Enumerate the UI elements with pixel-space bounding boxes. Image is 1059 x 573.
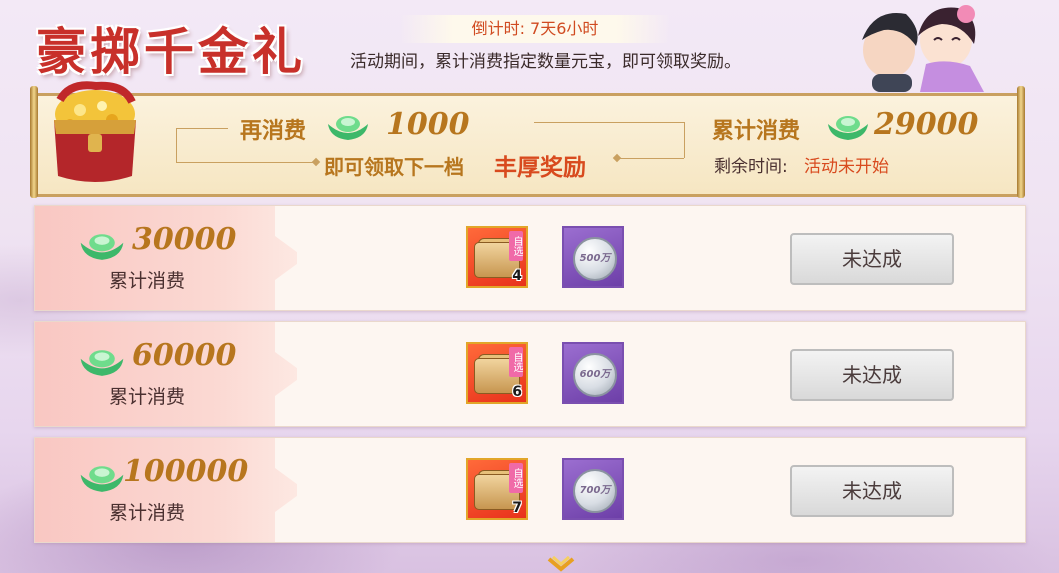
reward-item-chest[interactable]: 自选 6 xyxy=(466,342,528,404)
yuanbao-ingot-icon xyxy=(328,116,368,140)
silver-coin-icon: 600万 xyxy=(573,353,617,397)
chevron-down-icon[interactable] xyxy=(546,556,576,573)
reward-item-coin[interactable]: 600万 xyxy=(562,342,624,404)
scroll-end-left xyxy=(30,86,38,198)
claim-button[interactable]: 未达成 xyxy=(790,465,954,517)
characters-illustration xyxy=(862,5,984,92)
treasure-chest-icon xyxy=(54,81,136,182)
divider xyxy=(618,158,684,159)
divider xyxy=(684,122,685,158)
tier-amount: 100000 xyxy=(123,454,249,489)
select-tag: 自选 xyxy=(509,231,523,261)
item-count: 7 xyxy=(512,500,522,516)
event-description: 活动期间，累计消费指定数量元宝，即可领取奖励。 xyxy=(350,52,741,72)
yuanbao-ingot-icon xyxy=(828,116,868,140)
scroll-end-right xyxy=(1017,86,1025,198)
divider xyxy=(176,128,177,162)
reward-item-chest[interactable]: 自选 7 xyxy=(466,458,528,520)
yuanbao-ingot-icon xyxy=(80,234,124,260)
tier-label: 累计消费 xyxy=(109,270,186,292)
tier-label: 累计消费 xyxy=(109,502,186,524)
tier-row: 100000 累计消费 自选 7 700万 未达成 xyxy=(34,437,1026,543)
tier-row: 60000 累计消费 自选 6 600万 未达成 xyxy=(34,321,1026,427)
remaining-time-value: 活动未开始 xyxy=(804,157,889,177)
item-count: 4 xyxy=(512,268,522,284)
total-spent-amount: 29000 xyxy=(874,107,979,142)
silver-coin-icon: 700万 xyxy=(573,469,617,513)
divider xyxy=(534,122,684,123)
reward-item-coin[interactable]: 500万 xyxy=(562,226,624,288)
claim-button[interactable]: 未达成 xyxy=(790,349,954,401)
tier-label: 累计消费 xyxy=(109,386,186,408)
divider xyxy=(176,128,228,129)
tier-amount: 30000 xyxy=(132,222,237,257)
yuanbao-ingot-icon xyxy=(80,466,124,492)
select-tag: 自选 xyxy=(509,463,523,493)
silver-coin-icon: 500万 xyxy=(573,237,617,281)
tier-amount: 60000 xyxy=(132,338,237,373)
spend-more-label: 再消费 xyxy=(240,118,307,144)
spend-more-amount: 1000 xyxy=(386,107,470,142)
reward-item-chest[interactable]: 自选 4 xyxy=(466,226,528,288)
yuanbao-ingot-icon xyxy=(80,350,124,376)
reward-item-coin[interactable]: 700万 xyxy=(562,458,624,520)
countdown-timer: 倒计时: 7天6小时 xyxy=(400,15,670,43)
claim-button[interactable]: 未达成 xyxy=(790,233,954,285)
next-tier-text: 即可领取下一档 xyxy=(324,155,464,179)
remaining-time-label: 剩余时间: xyxy=(714,157,788,177)
item-count: 6 xyxy=(512,384,522,400)
page-title: 豪掷千金礼 xyxy=(36,22,306,81)
select-tag: 自选 xyxy=(509,347,523,377)
reward-text: 丰厚奖励 xyxy=(494,154,586,181)
total-spent-label: 累计消费 xyxy=(712,118,801,144)
divider xyxy=(176,162,316,163)
tier-row: 30000 累计消费 自选 4 500万 未达成 xyxy=(34,205,1026,311)
